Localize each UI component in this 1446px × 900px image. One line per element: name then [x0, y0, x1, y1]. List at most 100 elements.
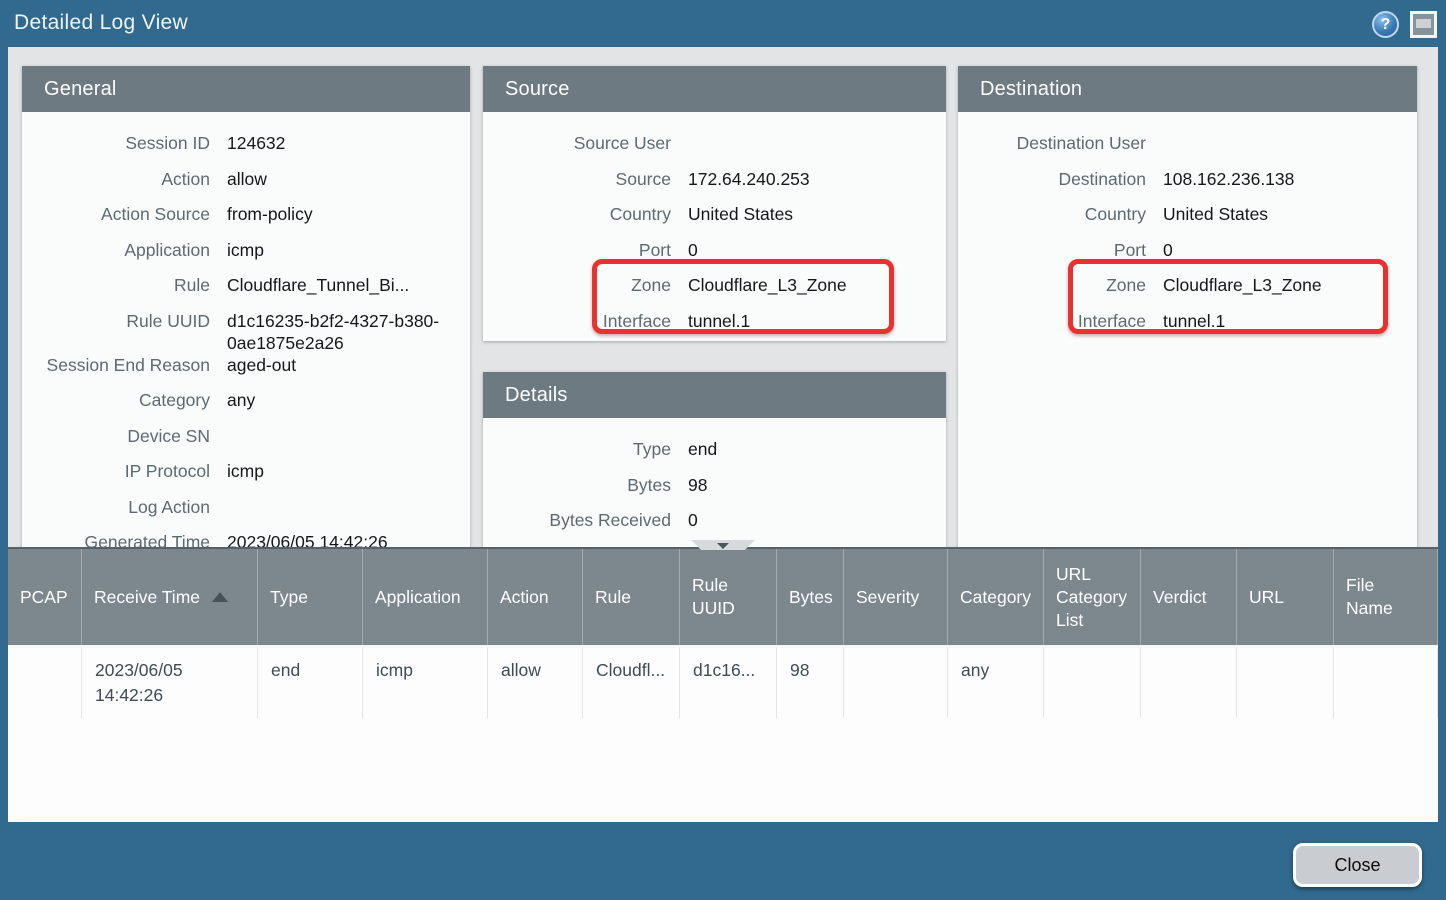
field-label: Device SN: [22, 425, 227, 447]
cell-application: icmp: [363, 648, 488, 718]
field-label: Source User: [483, 132, 688, 154]
field-row-zone: ZoneCloudflare_L3_Zone: [483, 274, 946, 310]
field-value: allow: [227, 168, 470, 190]
destination-panel-title: Destination: [980, 78, 1082, 101]
field-value: 2023/06/05 14:42:26: [227, 531, 470, 547]
field-row-generated-time: Generated Time2023/06/05 14:42:26: [22, 531, 470, 547]
dialog-titlebar: Detailed Log View ?: [0, 0, 1446, 47]
column-header-action[interactable]: Action: [488, 549, 583, 645]
column-header-severity[interactable]: Severity: [844, 549, 948, 645]
splitter-collapse-icon: [717, 543, 729, 549]
cell-rule-uuid: d1c16...: [680, 648, 777, 718]
field-value: Cloudflare_L3_Zone: [688, 274, 946, 296]
field-row-log-action: Log Action: [22, 496, 470, 532]
field-label: Log Action: [22, 496, 227, 518]
log-detail-content: General Session ID124632ActionallowActio…: [8, 47, 1438, 547]
destination-panel-body: Destination User Destination108.162.236.1…: [958, 112, 1417, 547]
field-row-interface: Interfacetunnel.1: [958, 310, 1417, 346]
details-panel-body: TypeendBytes98Bytes Received0: [483, 418, 946, 547]
cell-url: [1237, 648, 1334, 718]
log-entries-table: PCAPReceive TimeTypeApplicationActionRul…: [8, 547, 1438, 822]
source-panel: Source Source UserSource172.64.240.253Co…: [483, 66, 946, 341]
field-row-session-end-reason: Session End Reasonaged-out: [22, 354, 470, 390]
field-row-application: Applicationicmp: [22, 239, 470, 275]
field-row-bytes: Bytes98: [483, 474, 946, 510]
column-header-rule-uuid[interactable]: Rule UUID: [680, 549, 777, 645]
field-row-destination: Destination108.162.236.138: [958, 168, 1417, 204]
column-header-label: Severity: [856, 586, 919, 609]
column-header-bytes[interactable]: Bytes: [777, 549, 844, 645]
field-label: Session End Reason: [22, 354, 227, 376]
field-label: Source: [483, 168, 688, 190]
column-header-url[interactable]: URL: [1237, 549, 1334, 645]
details-panel: Details TypeendBytes98Bytes Received0: [483, 372, 946, 547]
field-label: Interface: [958, 310, 1163, 332]
help-icon[interactable]: ?: [1372, 11, 1399, 38]
field-label: Bytes Received: [483, 509, 688, 531]
field-label: Destination User: [958, 132, 1163, 154]
column-header-rule[interactable]: Rule: [583, 549, 680, 645]
field-value: 172.64.240.253: [688, 168, 946, 190]
field-row-rule: RuleCloudflare_Tunnel_Bi...: [22, 274, 470, 310]
field-value: 124632: [227, 132, 470, 154]
field-value: tunnel.1: [1163, 310, 1417, 332]
maximize-icon-inner: [1416, 19, 1431, 28]
field-label: Zone: [483, 274, 688, 296]
field-row-action-source: Action Sourcefrom-policy: [22, 203, 470, 239]
field-label: Session ID: [22, 132, 227, 154]
close-button[interactable]: Close: [1293, 843, 1422, 887]
detailed-log-view-dialog: Detailed Log View ? General Session ID12…: [0, 0, 1446, 900]
log-table-body: 2023/06/05 14:42:26endicmpallowCloudfl..…: [8, 648, 1438, 718]
column-header-label: PCAP: [20, 586, 68, 609]
field-row-country: CountryUnited States: [958, 203, 1417, 239]
cell-category: any: [948, 648, 1044, 718]
column-header-application[interactable]: Application: [363, 549, 488, 645]
field-label: Destination: [958, 168, 1163, 190]
field-label: Port: [483, 239, 688, 261]
field-value: icmp: [227, 460, 470, 482]
field-row-ip-protocol: IP Protocolicmp: [22, 460, 470, 496]
column-header-category[interactable]: Category: [948, 549, 1044, 645]
field-row-country: CountryUnited States: [483, 203, 946, 239]
field-value: 0: [688, 239, 946, 261]
column-header-url-category-list[interactable]: URL Category List: [1044, 549, 1141, 645]
field-value: end: [688, 438, 946, 460]
field-value: d1c16235-b2f2-4327-b380-0ae1875e2a26: [227, 310, 470, 354]
column-header-pcap[interactable]: PCAP: [8, 549, 82, 645]
field-label: Type: [483, 438, 688, 460]
general-panel-title: General: [44, 78, 117, 101]
column-header-receive-time[interactable]: Receive Time: [82, 549, 258, 645]
general-panel-body: Session ID124632ActionallowAction Source…: [22, 112, 470, 547]
field-label: Rule: [22, 274, 227, 296]
panel-splitter-handle[interactable]: [691, 540, 755, 550]
field-row-zone: ZoneCloudflare_L3_Zone: [958, 274, 1417, 310]
log-table-row[interactable]: 2023/06/05 14:42:26endicmpallowCloudfl..…: [8, 648, 1438, 718]
column-header-label: Bytes: [789, 586, 833, 609]
field-row-rule-uuid: Rule UUIDd1c16235-b2f2-4327-b380-0ae1875…: [22, 310, 470, 354]
field-row-port: Port0: [483, 239, 946, 275]
column-header-file-name[interactable]: File Name: [1334, 549, 1438, 645]
field-value: any: [227, 389, 470, 411]
field-label: Country: [958, 203, 1163, 225]
field-label: Zone: [958, 274, 1163, 296]
field-value: 108.162.236.138: [1163, 168, 1417, 190]
field-value: Cloudflare_L3_Zone: [1163, 274, 1417, 296]
cell-severity: [844, 648, 948, 718]
field-label: IP Protocol: [22, 460, 227, 482]
sort-ascending-icon: [212, 592, 228, 602]
field-row-destination-user: Destination User: [958, 132, 1417, 168]
maximize-icon[interactable]: [1410, 11, 1437, 38]
column-header-label: URL: [1249, 586, 1284, 609]
cell-pcap: [8, 648, 82, 718]
column-header-verdict[interactable]: Verdict: [1141, 549, 1237, 645]
column-header-type[interactable]: Type: [258, 549, 363, 645]
cell-url-category-list: [1044, 648, 1141, 718]
column-header-label: Verdict: [1153, 586, 1207, 609]
field-value: United States: [1163, 203, 1417, 225]
column-header-label: URL Category List: [1056, 563, 1128, 632]
destination-panel: Destination Destination UserDestination1…: [958, 66, 1417, 547]
field-label: Port: [958, 239, 1163, 261]
cell-receive-time: 2023/06/05 14:42:26: [82, 648, 258, 718]
cell-bytes: 98: [777, 648, 844, 718]
field-row-device-sn: Device SN: [22, 425, 470, 461]
